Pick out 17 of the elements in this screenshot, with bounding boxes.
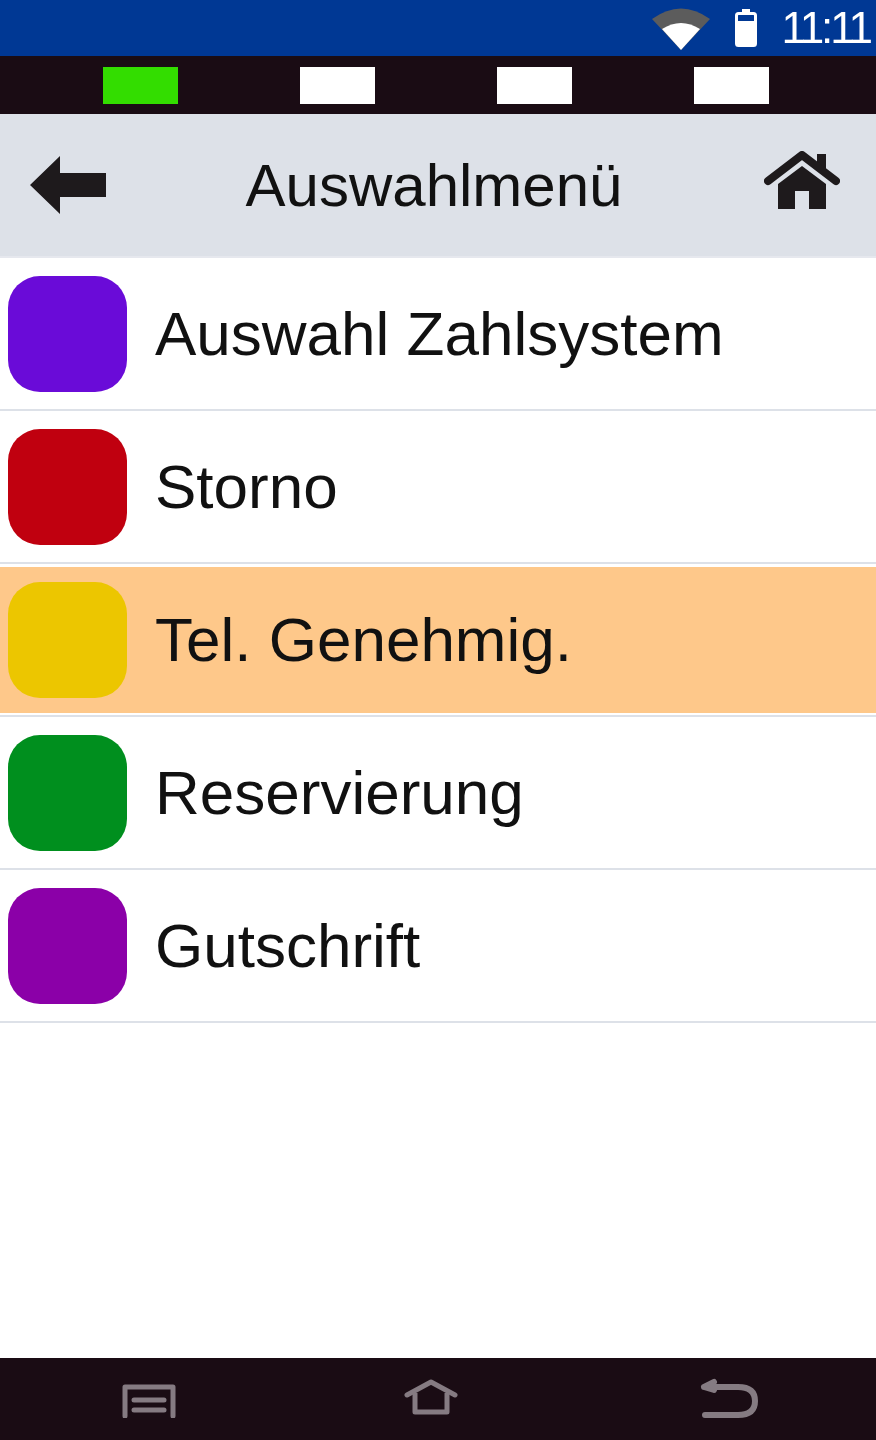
back-button[interactable] [30, 156, 106, 214]
menu-item-label: Auswahl Zahlsystem [155, 298, 724, 369]
home-icon [764, 151, 840, 209]
recent-apps-icon[interactable] [122, 1384, 176, 1418]
menu-item-label: Reservierung [155, 757, 524, 828]
menu-item-label: Tel. Genehmig. [155, 604, 572, 675]
screen-title: Auswahlmenü [245, 150, 623, 220]
wifi-icon [652, 8, 711, 50]
battery-icon [735, 9, 758, 47]
menu-item-label: Gutschrift [155, 910, 421, 981]
menu-item-label: Storno [155, 451, 338, 522]
status-time: 11:11 [781, 2, 870, 54]
home-button[interactable] [764, 151, 840, 209]
menu-item[interactable]: Tel. Genehmig. [0, 564, 876, 717]
back-arrow-icon[interactable] [700, 1378, 758, 1418]
home-outline-icon[interactable] [404, 1379, 458, 1415]
left-arrow-icon [30, 156, 106, 214]
